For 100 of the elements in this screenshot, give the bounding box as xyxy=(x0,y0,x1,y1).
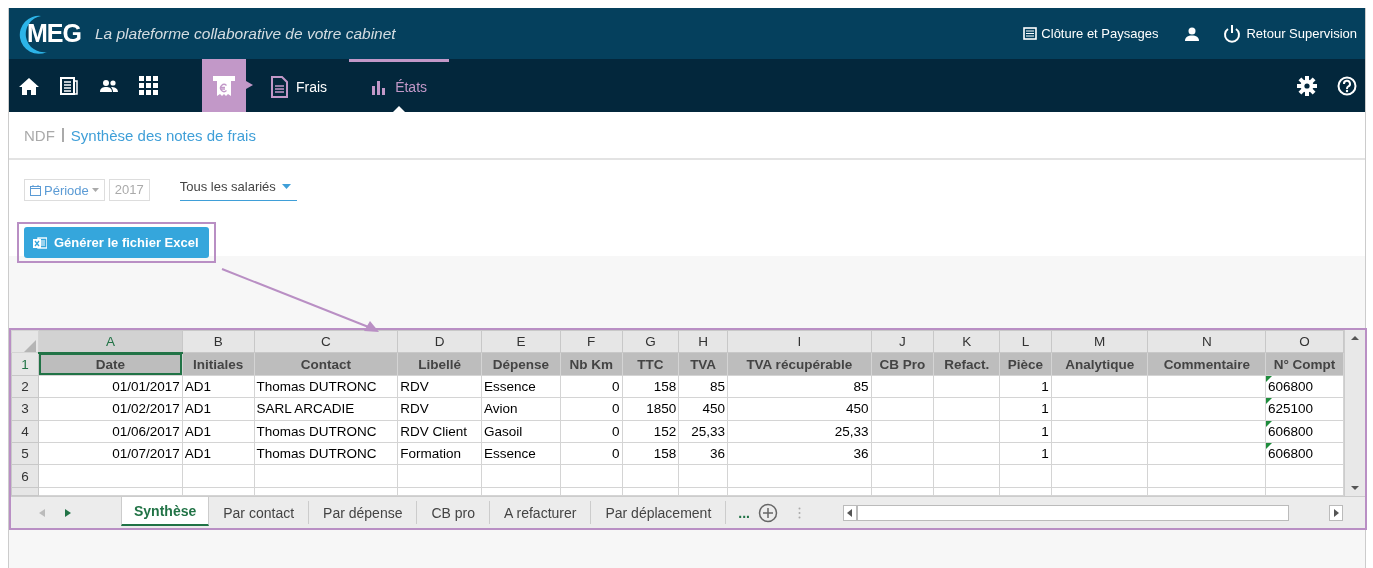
document-icon xyxy=(270,76,288,98)
row-number[interactable]: 3 xyxy=(11,397,39,421)
column-letter[interactable]: H xyxy=(678,330,728,353)
nav-tab[interactable]: Frais xyxy=(248,59,350,112)
table-cell: RDV Client xyxy=(397,420,482,443)
column-letter[interactable]: O xyxy=(1265,330,1344,353)
column-header: TVA récupérable xyxy=(727,352,871,376)
table-cell: 158 xyxy=(622,442,679,465)
table-cell: AD1 xyxy=(182,375,255,398)
help-icon[interactable] xyxy=(1337,75,1357,96)
home-icon[interactable] xyxy=(19,76,39,95)
apps-grid-icon[interactable] xyxy=(139,75,159,96)
column-letter[interactable]: M xyxy=(1051,330,1148,353)
column-letter[interactable]: D xyxy=(397,330,482,353)
column-letter[interactable]: A xyxy=(38,330,183,353)
table-cell: 01/06/2017 xyxy=(38,420,183,443)
table-cell: Thomas DUTRONC xyxy=(254,420,398,443)
separator-icon xyxy=(61,128,64,142)
building-icon xyxy=(1023,27,1038,40)
bar-chart-icon xyxy=(371,79,388,95)
row-number[interactable]: 4 xyxy=(11,420,39,443)
table-cell: 0 xyxy=(560,442,623,465)
column-letter[interactable]: E xyxy=(481,330,561,353)
table-cell: 0 xyxy=(560,420,623,443)
column-letter[interactable]: C xyxy=(254,330,398,353)
scroll-right-icon[interactable] xyxy=(1329,504,1343,521)
column-letter[interactable]: F xyxy=(560,330,623,353)
vertical-scrollbar[interactable] xyxy=(1344,330,1365,496)
table-cell: 1 xyxy=(999,375,1052,398)
column-letter[interactable]: N xyxy=(1148,330,1266,353)
sheet-tab[interactable]: CB pro xyxy=(417,501,491,524)
column-header: Date xyxy=(38,352,183,376)
table-cell: 152 xyxy=(622,420,679,443)
column-letter[interactable]: G xyxy=(622,330,679,353)
table-cell: 625100 xyxy=(1265,397,1344,421)
column-header: Contact xyxy=(254,352,398,376)
scroll-left-icon[interactable] xyxy=(843,504,857,521)
table-cell: Thomas DUTRONC xyxy=(254,442,398,465)
logo[interactable]: MEG xyxy=(19,11,81,56)
excel-icon xyxy=(33,235,47,250)
caret-icon xyxy=(91,188,99,192)
row-number[interactable]: 5 xyxy=(11,442,39,465)
column-letter[interactable]: L xyxy=(999,330,1052,353)
sheet-tab[interactable]: Synthèse xyxy=(121,497,210,526)
table-cell: AD1 xyxy=(182,420,255,443)
table-cell: 25,33 xyxy=(678,420,728,443)
table-cell: Essence xyxy=(481,442,561,465)
table-cell: Avion xyxy=(481,397,561,421)
ledger-icon[interactable] xyxy=(59,76,79,95)
table-cell: 85 xyxy=(727,375,871,398)
table-cell: Essence xyxy=(481,375,561,398)
table-cell: 01/02/2017 xyxy=(38,397,183,421)
more-sheets-button[interactable]: ... xyxy=(726,497,758,528)
user-icon[interactable] xyxy=(1184,25,1201,42)
next-sheet-icon[interactable] xyxy=(65,508,71,517)
row-number[interactable]: 2 xyxy=(11,375,39,398)
column-letter[interactable]: K xyxy=(933,330,1000,353)
column-letter[interactable]: I xyxy=(727,330,871,353)
employee-dropdown[interactable]: Tous les salariés xyxy=(179,179,297,201)
add-sheet-icon[interactable] xyxy=(757,502,778,523)
table-cell: 01/01/2017 xyxy=(38,375,183,398)
table-cell: 158 xyxy=(622,375,679,398)
table-cell: 85 xyxy=(678,375,728,398)
table-cell: 25,33 xyxy=(727,420,871,443)
sheet-tab[interactable]: Par déplacement xyxy=(591,501,727,524)
table-cell: Thomas DUTRONC xyxy=(254,375,398,398)
calendar-icon xyxy=(30,184,41,196)
scroll-thumb[interactable] xyxy=(857,504,1289,521)
table-cell: 450 xyxy=(678,397,728,421)
settings-icon[interactable] xyxy=(1297,75,1317,96)
table-cell: 0 xyxy=(560,397,623,421)
power-icon xyxy=(1222,23,1243,44)
sheet-tab[interactable]: Par dépense xyxy=(309,501,418,524)
people-icon[interactable] xyxy=(99,78,119,93)
table-cell: Formation xyxy=(397,442,482,465)
column-letter[interactable]: B xyxy=(182,330,255,353)
row-number[interactable]: 6 xyxy=(11,464,39,488)
row-number[interactable]: 1 xyxy=(11,352,39,376)
table-cell: Gasoil xyxy=(481,420,561,443)
table-cell: SARL ARCADIE xyxy=(254,397,398,421)
table-cell: 1 xyxy=(999,397,1052,421)
table-cell: 606800 xyxy=(1265,442,1344,465)
table-cell: RDV xyxy=(397,375,482,398)
tagline: La plateforme collaborative de votre cabinet xyxy=(94,24,396,43)
table-cell: 36 xyxy=(727,442,871,465)
company-link[interactable]: Clôture et Paysages xyxy=(1023,26,1159,41)
table-cell: 1850 xyxy=(622,397,679,421)
page-title: Synthèse des notes de frais xyxy=(70,126,256,144)
table-cell: RDV xyxy=(397,397,482,421)
table-cell: AD1 xyxy=(182,397,255,421)
sheet-tab[interactable]: Par contact xyxy=(209,501,310,524)
logout-link[interactable]: Retour Supervision xyxy=(1222,23,1357,44)
table-cell: 0 xyxy=(560,375,623,398)
caret-icon xyxy=(281,184,291,189)
sheet-tab[interactable]: A refacturer xyxy=(490,501,592,524)
column-letter[interactable]: J xyxy=(871,330,934,353)
table-cell: 606800 xyxy=(1265,375,1344,398)
table-cell: 36 xyxy=(678,442,728,465)
table-cell: 1 xyxy=(999,442,1052,465)
table-cell: 450 xyxy=(727,397,871,421)
